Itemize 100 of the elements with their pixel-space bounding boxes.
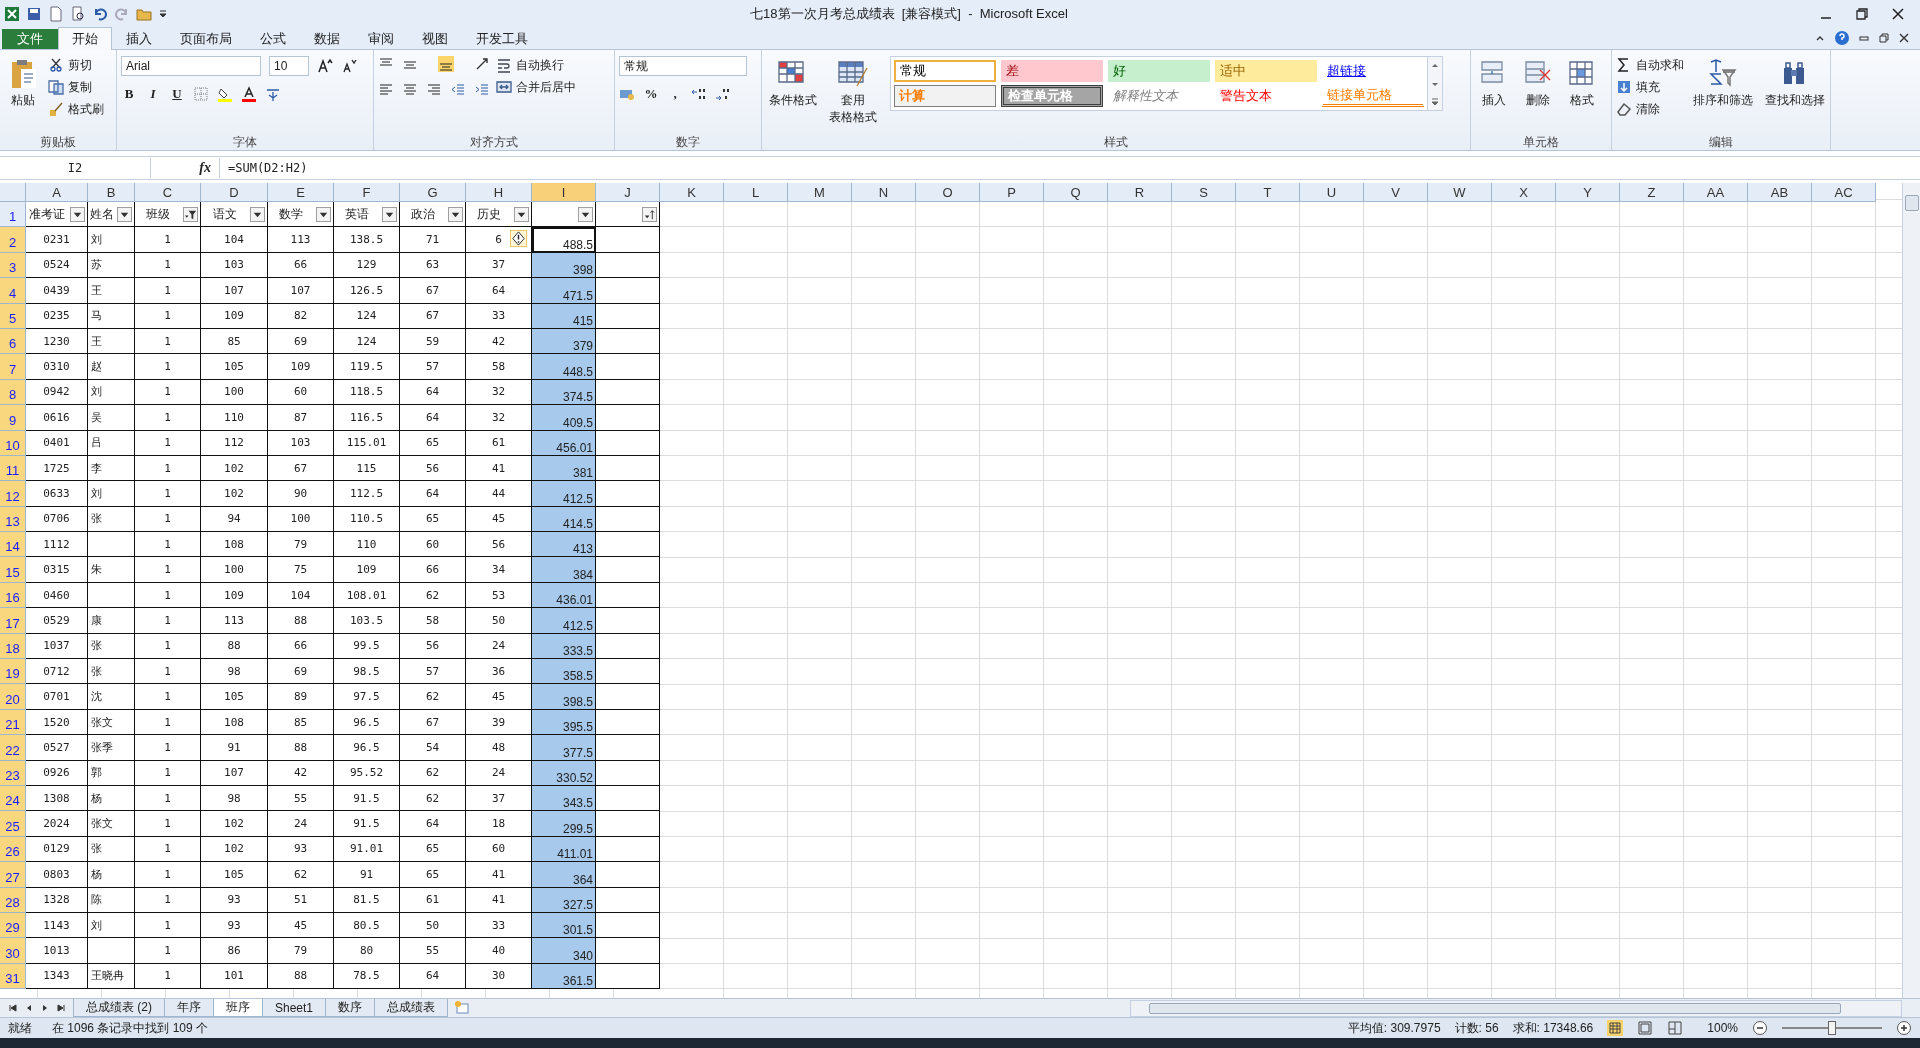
insert-function-button[interactable]: fx <box>151 160 219 176</box>
column-header[interactable]: T <box>1236 183 1300 202</box>
customize-caret-icon[interactable] <box>158 9 168 19</box>
save-icon[interactable] <box>26 6 42 22</box>
column-header[interactable]: D <box>201 183 268 202</box>
ribbon-button[interactable]: 自动求和 <box>1616 56 1684 74</box>
column-header[interactable]: J <box>596 183 660 202</box>
column-header[interactable]: AB <box>1748 183 1812 202</box>
ribbon-tab[interactable]: 审阅 <box>354 28 408 49</box>
column-header[interactable]: N <box>852 183 916 202</box>
filter-funnel-icon[interactable] <box>183 206 198 222</box>
row-header[interactable]: 9 <box>0 405 26 431</box>
column-header[interactable]: S <box>1172 183 1236 202</box>
zoom-level[interactable]: 100% <box>1707 1021 1738 1035</box>
row-header[interactable]: 24 <box>0 786 26 812</box>
sheet-tab[interactable]: 年序 <box>164 999 214 1017</box>
row-header[interactable]: 12 <box>0 481 26 507</box>
cell-style-item[interactable]: 差 <box>1001 60 1103 82</box>
row-header[interactable]: 26 <box>0 836 26 863</box>
cell-style-item[interactable]: 超链接 <box>1322 60 1424 82</box>
error-warning-icon[interactable] <box>510 230 527 248</box>
formula-field[interactable]: =SUM(D2:H2) <box>219 158 1920 178</box>
print-preview-icon[interactable] <box>70 6 86 22</box>
column-header[interactable]: R <box>1108 183 1172 202</box>
column-header[interactable]: O <box>916 183 980 202</box>
column-header[interactable]: V <box>1364 183 1428 202</box>
ribbon-button[interactable]: 插入 <box>1475 56 1513 109</box>
column-header[interactable]: Z <box>1620 183 1684 202</box>
row-header[interactable]: 7 <box>0 354 26 380</box>
row-header[interactable]: 6 <box>0 328 26 355</box>
horizontal-scrollbar[interactable] <box>1130 999 1902 1017</box>
row-header[interactable]: 27 <box>0 862 26 888</box>
font-name-field[interactable]: Arial <box>121 56 261 76</box>
zoom-out-icon[interactable] <box>1752 1020 1768 1036</box>
ribbon-tab[interactable]: 开始 <box>58 27 112 50</box>
row-header[interactable]: 14 <box>0 532 26 558</box>
cell-style-item[interactable]: 解释性文本 <box>1108 85 1210 107</box>
first-sheet-icon[interactable] <box>8 1003 18 1013</box>
column-header[interactable]: AC <box>1812 183 1876 202</box>
shrink-font-icon[interactable] <box>341 58 357 74</box>
column-header[interactable]: K <box>660 183 724 202</box>
filter-dropdown-icon[interactable] <box>514 206 529 222</box>
ribbon-button[interactable]: 自动换行 <box>496 56 576 74</box>
cell-style-item[interactable]: 常规 <box>894 60 996 82</box>
row-header[interactable]: 31 <box>0 963 26 990</box>
ribbon-button[interactable]: 复制 <box>48 78 104 96</box>
font-size-field[interactable]: 10 <box>269 56 309 76</box>
font-color-icon[interactable] <box>241 86 257 102</box>
filter-dropdown-icon[interactable] <box>448 206 463 222</box>
filter-dropdown-icon[interactable] <box>117 206 132 222</box>
orientation-icon[interactable] <box>474 56 490 72</box>
row-header[interactable]: 5 <box>0 303 26 329</box>
column-header[interactable]: G <box>400 183 466 202</box>
ribbon-button[interactable]: 格式刷 <box>48 100 104 118</box>
cell-style-item[interactable]: 好 <box>1108 60 1210 82</box>
fill-color-icon[interactable] <box>217 86 233 102</box>
increase-decimal-icon[interactable] <box>691 86 707 102</box>
column-header[interactable]: Q <box>1044 183 1108 202</box>
row-header[interactable]: 28 <box>0 887 26 913</box>
ribbon-tab[interactable]: 公式 <box>246 28 300 49</box>
row-header[interactable]: 30 <box>0 938 26 964</box>
undo-icon[interactable] <box>92 6 108 22</box>
ribbon-tab[interactable]: 页面布局 <box>166 28 246 49</box>
phonetic-icon[interactable] <box>265 86 281 102</box>
ribbon-button[interactable]: 查找和选择 <box>1762 56 1828 109</box>
column-header[interactable]: E <box>268 183 334 202</box>
page-break-icon[interactable] <box>1667 1020 1684 1036</box>
ribbon-button[interactable]: 格式 <box>1563 56 1601 109</box>
paste-button[interactable]: 粘贴 <box>4 56 42 109</box>
row-header[interactable]: 17 <box>0 608 26 634</box>
row-header[interactable]: 11 <box>0 455 26 482</box>
format-button[interactable]: I <box>145 86 161 102</box>
file-tab[interactable]: 文件 <box>2 29 58 49</box>
grow-font-icon[interactable] <box>317 58 333 74</box>
filter-dropdown-icon[interactable] <box>578 206 593 222</box>
sort-dropdown-icon[interactable] <box>642 206 657 222</box>
column-header[interactable]: A <box>26 183 88 202</box>
ribbon-button[interactable]: 删除 <box>1519 56 1557 109</box>
row-header[interactable]: 13 <box>0 506 26 533</box>
zoom-in-icon[interactable] <box>1896 1020 1912 1036</box>
vertical-scrollbar[interactable] <box>1902 183 1920 998</box>
name-box[interactable]: I2 <box>0 158 151 178</box>
last-sheet-icon[interactable] <box>56 1003 66 1013</box>
filter-dropdown-icon[interactable] <box>316 206 331 222</box>
column-header[interactable]: X <box>1492 183 1556 202</box>
align-left-icon[interactable] <box>378 82 394 98</box>
column-header[interactable]: Y <box>1556 183 1620 202</box>
format-button[interactable]: U <box>169 86 185 102</box>
sheet-tab[interactable]: 班序 <box>213 999 263 1017</box>
cell-style-item[interactable]: 警告文本 <box>1215 85 1317 107</box>
cell-style-item[interactable]: 适中 <box>1215 60 1317 82</box>
row-header[interactable]: 4 <box>0 278 26 304</box>
row-header[interactable]: 25 <box>0 811 26 837</box>
ribbon-button[interactable]: 套用 表格格式 <box>826 56 880 126</box>
filter-dropdown-icon[interactable] <box>70 206 85 222</box>
ribbon-button[interactable]: 排序和筛选 <box>1690 56 1756 109</box>
sheet-tab[interactable]: 总成绩表 <box>374 999 449 1017</box>
column-header[interactable]: W <box>1428 183 1492 202</box>
filter-dropdown-icon[interactable] <box>382 206 397 222</box>
ribbon-tab[interactable]: 插入 <box>112 28 166 49</box>
